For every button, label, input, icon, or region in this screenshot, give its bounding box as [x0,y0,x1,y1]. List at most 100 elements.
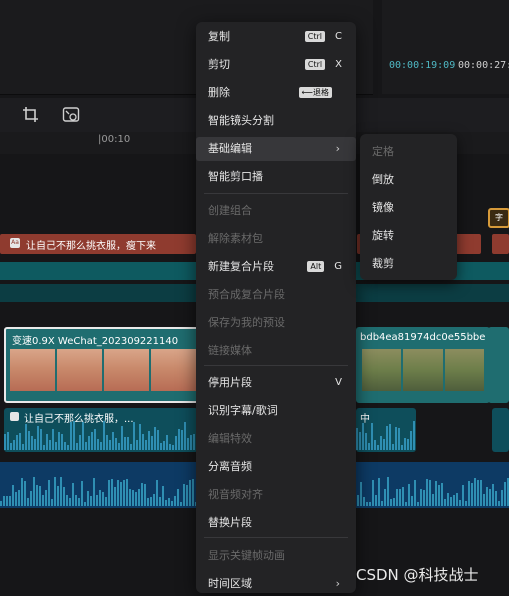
menu-item-label: 创建组合 [208,204,252,217]
menu-separator [204,365,348,366]
wave-bar [115,438,117,450]
wave-bar [175,436,177,450]
wave-bar [369,502,371,506]
wave-bar [22,444,24,450]
video-clip-3[interactable] [488,327,509,403]
wave-bar [398,428,400,450]
menu-item-label: 解除素材包 [208,232,263,245]
menu-shortcut: Ctrl C [304,25,342,49]
wave-bar [192,479,194,506]
wave-bar [99,490,101,506]
menu-item-label: 智能剪口播 [208,170,263,183]
shortcut-letter: G [334,261,342,272]
wave-bar [174,496,176,506]
submenu-item-crop[interactable]: 裁剪 [372,255,394,271]
menu-item-13[interactable]: 识别字幕/歌词 [196,399,356,423]
wave-bar [462,485,464,506]
menu-item-2[interactable]: 删除 ⟵退格 [196,81,356,105]
menu-item-15[interactable]: 分离音频 [196,455,356,479]
submenu-item-mirror[interactable]: 镜像 [372,199,394,215]
wave-bar [103,421,105,450]
wave-bar [28,431,30,450]
wave-bar [133,422,135,450]
menu-item-17[interactable]: 替换片段 [196,511,356,535]
auto-reframe-icon[interactable] [62,106,80,124]
wave-bar [165,500,167,506]
wave-bar [396,489,398,506]
wave-bar [48,480,50,506]
wave-bar [87,491,89,506]
wave-bar [417,502,419,506]
wave-bar [127,437,129,450]
wave-bar [447,493,449,506]
wave-bar [109,440,111,450]
menu-item-label: 复制 [208,30,230,43]
submenu-item-reverse[interactable]: 倒放 [372,171,394,187]
wave-bar [40,429,42,450]
wave-bar [64,442,66,450]
wave-bar [85,442,87,450]
audio-clip[interactable]: 让自己不那么挑衣服，... [4,408,198,452]
wave-bar [10,443,12,450]
wave-bar [371,423,373,450]
submenu-item-rotate[interactable]: 旋转 [372,227,394,243]
wave-bar [177,489,179,506]
wave-bar [105,497,107,506]
video-clip-2[interactable]: bdb4ea81974dc0e55bbe0 [356,327,490,403]
subtitle-tag-icon[interactable]: 字 [488,208,509,228]
wave-bar [73,421,75,450]
menu-item-8[interactable]: 新建复合片段 Alt G [196,255,356,279]
wave-bar [357,495,359,506]
menu-shortcut: Ctrl X [304,53,342,77]
menu-item-3[interactable]: 智能镜头分割 [196,109,356,133]
wave-bar [4,434,6,450]
wave-bar [423,490,425,506]
wave-bar [100,442,102,450]
caption-clip-label: 让自己不那么挑衣服，瘦下来 [26,241,156,252]
menu-item-5[interactable]: 智能剪口播 [196,165,356,189]
shortcut-key: Ctrl [304,58,326,70]
wave-bar [178,429,180,450]
menu-item-0[interactable]: 复制 Ctrl C [196,25,356,49]
wave-bar [19,433,21,450]
menu-item-4[interactable]: 基础编辑 › [196,137,356,161]
context-menu: 复制 Ctrl C 剪切 Ctrl X 删除 ⟵退格 智能镜头分割 基础编辑 › 智能剪口播 创建组合解… [196,22,356,593]
video-clip-selected[interactable]: 变速0.9X WeChat_202309221140 [4,327,202,403]
wave-bar [25,424,27,450]
wave-bar [142,434,144,450]
caption-clip-3[interactable] [492,234,509,254]
menu-item-12[interactable]: 停用片段 V [196,371,356,395]
wave-bar [39,486,41,506]
video-2-thumbnails [362,349,484,391]
wave-bar [365,433,367,450]
wave-bar [145,440,147,450]
shortcut-letter: C [335,31,342,42]
wave-bar [42,495,44,506]
wave-bar [31,436,33,450]
wave-bar [456,493,458,506]
wave-bar [390,499,392,506]
menu-item-1[interactable]: 剪切 Ctrl X [196,53,356,77]
video-clip-title: 变速0.9X WeChat_202309221140 [12,336,179,347]
menu-item-label: 保存为我的预设 [208,316,285,329]
wave-bar [69,498,71,506]
crop-icon[interactable] [22,106,40,124]
wave-bar [359,432,361,450]
menu-shortcut: Alt G [307,255,342,279]
wave-bar [151,436,153,450]
wave-bar [504,482,506,506]
video-clip-2-title: bdb4ea81974dc0e55bbe0 [360,332,486,343]
wave-bar [60,477,62,506]
wave-bar [111,479,113,506]
wave-bar [6,496,8,506]
audio-clip-3[interactable] [492,408,509,452]
wave-bar [180,502,182,506]
wave-bar [108,480,110,506]
menu-item-label: 基础编辑 [208,142,252,155]
wave-bar [7,432,9,450]
wave-bar [160,443,162,450]
caption-clip[interactable]: Aa 让自己不那么挑衣服，瘦下来 [0,234,196,254]
audio-clip-2[interactable]: 中 [356,408,416,452]
menu-item-19[interactable]: 时间区域 › [196,572,356,596]
wave-bar [498,501,500,506]
